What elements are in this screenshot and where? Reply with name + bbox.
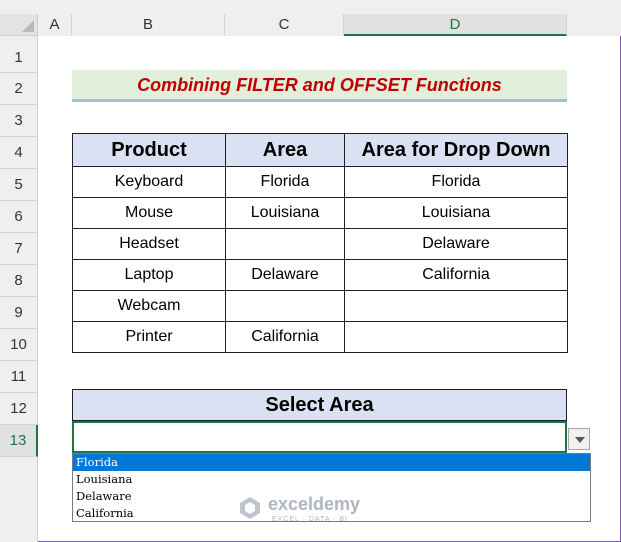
header-product[interactable]: Product — [72, 133, 226, 167]
product-area-table: Product Area Area for Drop Down Keyboard… — [72, 133, 568, 353]
sheet-title[interactable]: Combining FILTER and OFFSET Functions — [72, 70, 567, 102]
row-header-filler — [0, 457, 38, 542]
cell-area[interactable]: Florida — [225, 166, 345, 198]
table-row: Webcam — [72, 290, 568, 322]
row-header-4[interactable]: 4 — [0, 137, 38, 169]
cell-product[interactable]: Headset — [72, 228, 226, 260]
table-row: Keyboard Florida Florida — [72, 166, 568, 198]
select-area-cell[interactable] — [72, 421, 567, 453]
cell-area[interactable] — [225, 290, 345, 322]
table-row: Headset Delaware — [72, 228, 568, 260]
column-header-b[interactable]: B — [72, 14, 225, 36]
column-header-a[interactable]: A — [38, 14, 72, 36]
dropdown-option-louisiana[interactable]: Louisiana — [73, 471, 590, 488]
column-header-d[interactable]: D — [344, 14, 567, 36]
cell-area[interactable]: Delaware — [225, 259, 345, 291]
chevron-down-icon — [575, 437, 585, 443]
table-row: Laptop Delaware California — [72, 259, 568, 291]
row-header-9[interactable]: 9 — [0, 297, 38, 329]
exceldemy-logo-icon — [240, 497, 260, 519]
dropdown-button[interactable] — [568, 428, 590, 450]
cell-area[interactable]: Louisiana — [225, 197, 345, 229]
dropdown-option-florida[interactable]: Florida — [73, 454, 590, 471]
select-all-triangle-icon — [22, 20, 34, 32]
cell-product[interactable]: Printer — [72, 321, 226, 353]
row-header-13[interactable]: 13 — [0, 425, 38, 457]
table-row: Mouse Louisiana Louisiana — [72, 197, 568, 229]
column-header-bar: A B C D — [0, 0, 621, 36]
header-area[interactable]: Area — [225, 133, 345, 167]
cell-area-drop-down[interactable]: Louisiana — [344, 197, 568, 229]
watermark-tagline: EXCEL · DATA · BI — [272, 516, 348, 523]
row-header-6[interactable]: 6 — [0, 201, 38, 233]
row-header-5[interactable]: 5 — [0, 169, 38, 201]
row-header-1[interactable]: 1 — [0, 36, 38, 73]
row-header-8[interactable]: 8 — [0, 265, 38, 297]
cell-area-drop-down[interactable] — [344, 321, 568, 353]
cell-product[interactable]: Keyboard — [72, 166, 226, 198]
cell-area-drop-down[interactable]: Delaware — [344, 228, 568, 260]
row-header-3[interactable]: 3 — [0, 105, 38, 137]
watermark-name: exceldemy — [268, 494, 361, 514]
cell-area[interactable]: California — [225, 321, 345, 353]
cell-product[interactable]: Mouse — [72, 197, 226, 229]
row-header-7[interactable]: 7 — [0, 233, 38, 265]
cell-product[interactable]: Webcam — [72, 290, 226, 322]
cell-area-drop-down[interactable]: California — [344, 259, 568, 291]
cell-area-drop-down[interactable] — [344, 290, 568, 322]
row-header-12[interactable]: 12 — [0, 393, 38, 425]
row-header-10[interactable]: 10 — [0, 329, 38, 361]
row-header-2[interactable]: 2 — [0, 73, 38, 105]
cell-area-drop-down[interactable]: Florida — [344, 166, 568, 198]
column-header-c[interactable]: C — [225, 14, 344, 36]
exceldemy-watermark: exceldemy EXCEL · DATA · BI — [238, 494, 388, 524]
select-all-corner[interactable] — [0, 14, 38, 36]
cell-area[interactable] — [225, 228, 345, 260]
table-header-row: Product Area Area for Drop Down — [72, 133, 568, 167]
row-header-11[interactable]: 11 — [0, 361, 38, 393]
header-area-drop-down[interactable]: Area for Drop Down — [344, 133, 568, 167]
table-row: Printer California — [72, 321, 568, 353]
select-area-header[interactable]: Select Area — [72, 389, 567, 421]
cell-product[interactable]: Laptop — [72, 259, 226, 291]
